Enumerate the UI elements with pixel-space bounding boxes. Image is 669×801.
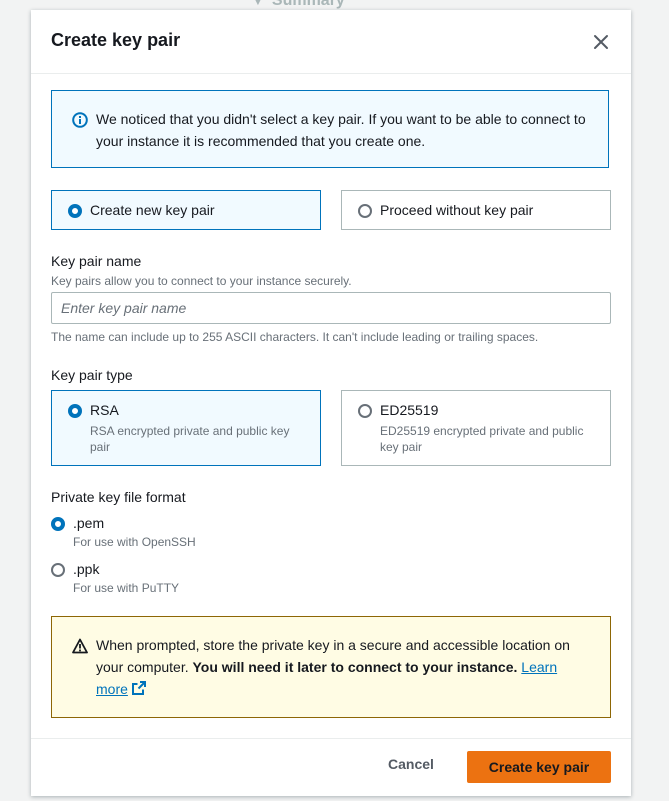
format-ppk-option[interactable]: .ppk For use with PuTTY — [51, 561, 251, 597]
close-icon — [594, 35, 608, 49]
warning-icon — [72, 638, 88, 654]
key-pair-type-label: Key pair type — [51, 367, 133, 383]
modal-footer: Cancel Create key pair — [31, 738, 631, 797]
summary-label: Summary — [271, 0, 345, 9]
warning-text: When prompted, store the private key in … — [96, 634, 590, 700]
key-type-rsa-label: RSA — [90, 402, 119, 418]
create-new-key-pair-label: Create new key pair — [90, 202, 215, 218]
proceed-without-key-pair-label: Proceed without key pair — [380, 202, 534, 218]
learn-more-word2: more — [96, 681, 128, 697]
close-button[interactable] — [589, 30, 613, 54]
proceed-without-key-pair-radio[interactable] — [358, 204, 372, 218]
key-type-rsa-radio[interactable] — [68, 404, 82, 418]
format-pem-radio[interactable] — [51, 517, 65, 531]
format-ppk-description: For use with PuTTY — [73, 581, 180, 595]
proceed-without-key-pair-tile[interactable]: Proceed without key pair — [341, 190, 611, 230]
private-key-format-label: Private key file format — [51, 489, 186, 505]
cancel-button[interactable]: Cancel — [381, 756, 441, 778]
create-new-key-pair-tile[interactable]: Create new key pair — [51, 190, 321, 230]
key-pair-name-label: Key pair name — [51, 253, 142, 269]
key-pair-name-input[interactable] — [51, 292, 611, 324]
format-pem-option[interactable]: .pem For use with OpenSSH — [51, 515, 251, 551]
key-type-ed25519-tile[interactable]: ED25519 ED25519 encrypted private and pu… — [341, 390, 611, 466]
caret-down-icon: ▼ — [252, 0, 264, 8]
info-icon — [72, 112, 88, 128]
key-type-ed25519-radio[interactable] — [358, 404, 372, 418]
external-link-icon[interactable] — [131, 680, 147, 696]
key-type-ed25519-description: ED25519 encrypted private and public key… — [380, 424, 584, 454]
create-key-pair-modal: Create key pair We noticed that you didn… — [31, 10, 631, 796]
key-type-ed25519-label: ED25519 — [380, 402, 439, 418]
modal-title: Create key pair — [51, 30, 181, 50]
key-pair-name-constraint: The name can include up to 255 ASCII cha… — [51, 330, 539, 344]
warning-alert: When prompted, store the private key in … — [51, 616, 611, 718]
format-pem-label: .pem — [73, 515, 105, 531]
modal-header: Create key pair — [31, 10, 631, 74]
format-pem-description: For use with OpenSSH — [73, 535, 196, 549]
warning-text-bold: You will need it later to connect to you… — [192, 659, 518, 675]
info-text: We noticed that you didn't select a key … — [96, 111, 586, 149]
key-type-rsa-description: RSA encrypted private and public key pai… — [90, 424, 290, 454]
create-new-key-pair-radio[interactable] — [68, 204, 82, 218]
learn-more-word1: Learn — [521, 659, 558, 675]
key-type-rsa-tile[interactable]: RSA RSA encrypted private and public key… — [51, 390, 321, 466]
key-pair-name-description: Key pairs allow you to connect to your i… — [51, 274, 352, 288]
info-alert: We noticed that you didn't select a key … — [51, 90, 609, 168]
format-ppk-label: .ppk — [73, 561, 100, 577]
create-key-pair-button[interactable]: Create key pair — [467, 751, 611, 783]
format-ppk-radio[interactable] — [51, 563, 65, 577]
